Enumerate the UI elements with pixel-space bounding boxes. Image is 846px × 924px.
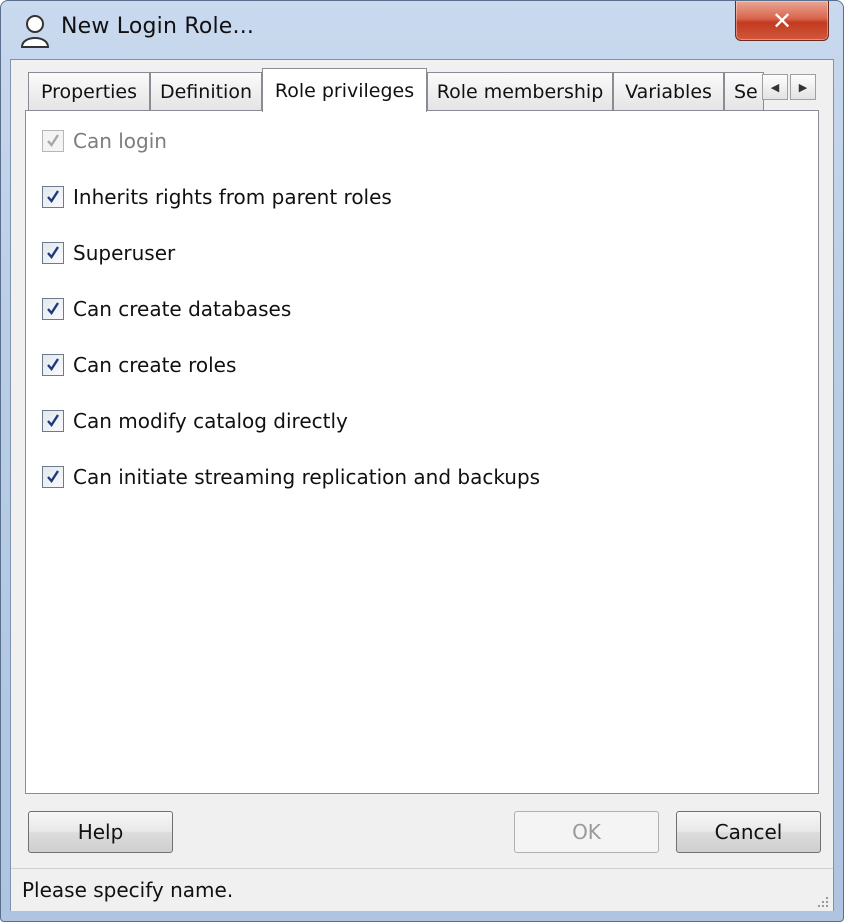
checkbox-label: Inherits rights from parent roles — [73, 185, 392, 209]
arrow-right-icon: ▶ — [798, 80, 808, 94]
checkmark-icon — [47, 414, 60, 427]
status-bar: Please specify name. — [11, 868, 833, 911]
role-privileges-panel: Can login Inherits rights from parent ro… — [25, 110, 819, 794]
checkbox-label: Superuser — [73, 241, 176, 265]
tab-role-privileges[interactable]: Role privileges — [262, 68, 427, 112]
tab-scroll-right-button[interactable]: ▶ — [790, 74, 816, 100]
checkmark-icon — [47, 470, 60, 483]
help-button[interactable]: Help — [28, 811, 173, 853]
title-bar[interactable]: New Login Role... ✕ — [1, 1, 843, 59]
tab-strip: Properties Definition Role privileges Ro… — [28, 68, 828, 112]
checkbox-box[interactable] — [42, 410, 64, 432]
login-role-dialog: New Login Role... ✕ Properties Definitio… — [0, 0, 844, 922]
checkbox-box[interactable] — [42, 354, 64, 376]
tab-scroll-left-button[interactable]: ◀ — [762, 74, 788, 100]
ok-button[interactable]: OK — [514, 811, 659, 853]
tab-role-membership[interactable]: Role membership — [427, 72, 613, 110]
resize-grip-icon[interactable] — [815, 894, 829, 908]
checkbox-label: Can create roles — [73, 353, 237, 377]
checkmark-icon — [47, 358, 60, 371]
close-button[interactable]: ✕ — [735, 1, 829, 41]
tab-variables[interactable]: Variables — [613, 72, 724, 110]
superuser-checkbox[interactable]: Superuser — [42, 239, 175, 267]
close-icon: ✕ — [771, 6, 793, 35]
checkbox-box[interactable] — [42, 242, 64, 264]
modify-catalog-checkbox[interactable]: Can modify catalog directly — [42, 407, 348, 435]
tab-properties[interactable]: Properties — [28, 72, 150, 110]
checkbox-label: Can login — [73, 129, 167, 153]
inherits-rights-checkbox[interactable]: Inherits rights from parent roles — [42, 183, 392, 211]
can-login-checkbox[interactable]: Can login — [42, 127, 167, 155]
dialog-client-area: Properties Definition Role privileges Ro… — [10, 59, 834, 911]
checkmark-icon — [47, 134, 60, 147]
checkmark-icon — [47, 190, 60, 203]
tab-security[interactable]: Se — [724, 72, 764, 110]
checkbox-label: Can create databases — [73, 297, 292, 321]
user-icon — [20, 15, 50, 48]
arrow-left-icon: ◀ — [770, 80, 780, 94]
create-roles-checkbox[interactable]: Can create roles — [42, 351, 236, 379]
status-message: Please specify name. — [22, 878, 234, 902]
checkbox-box[interactable] — [42, 130, 64, 152]
checkbox-label: Can initiate streaming replication and b… — [73, 465, 541, 489]
checkmark-icon — [47, 246, 60, 259]
cancel-button[interactable]: Cancel — [676, 811, 821, 853]
checkbox-label: Can modify catalog directly — [73, 409, 348, 433]
create-databases-checkbox[interactable]: Can create databases — [42, 295, 291, 323]
checkbox-box[interactable] — [42, 298, 64, 320]
streaming-replication-checkbox[interactable]: Can initiate streaming replication and b… — [42, 463, 540, 491]
checkbox-box[interactable] — [42, 466, 64, 488]
window-title: New Login Role... — [61, 14, 255, 39]
checkbox-box[interactable] — [42, 186, 64, 208]
tab-definition[interactable]: Definition — [150, 72, 262, 110]
checkmark-icon — [47, 302, 60, 315]
